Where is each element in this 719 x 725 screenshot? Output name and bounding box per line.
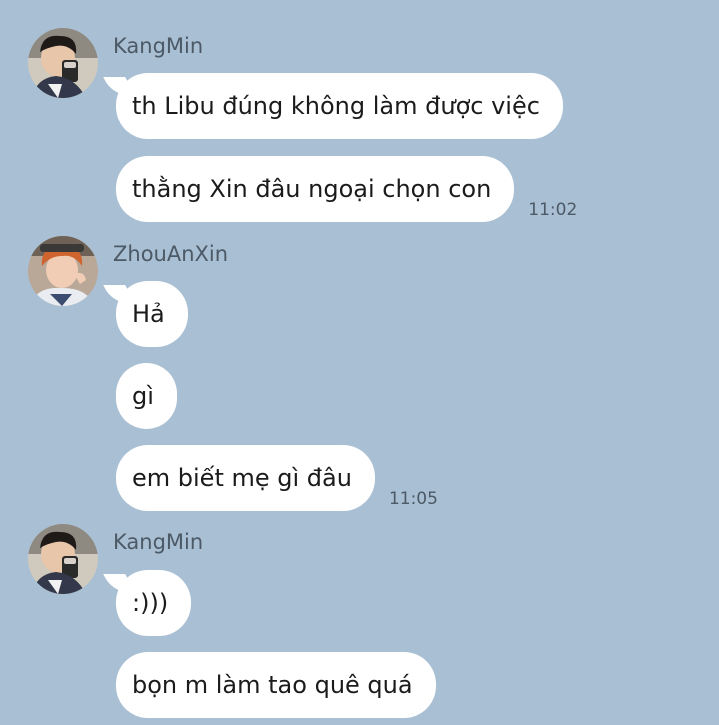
- message-row: gì: [116, 363, 177, 429]
- message-row: :))): [116, 570, 192, 636]
- kangmin-avatar-icon: [28, 28, 98, 98]
- message-bubble[interactable]: th Libu đúng không làm được việc: [116, 73, 563, 139]
- message-bubble[interactable]: thằng Xin đâu ngoại chọn con: [116, 156, 515, 222]
- avatar[interactable]: [28, 28, 98, 98]
- message-bubble[interactable]: bọn m làm tao quê quá: [116, 652, 436, 718]
- message-row: th Libu đúng không làm được việc: [116, 73, 563, 139]
- message-timestamp: 11:02: [528, 200, 578, 220]
- message-row: bọn m làm tao quê quá: [116, 652, 436, 718]
- message-bubble[interactable]: Hả: [116, 281, 188, 347]
- message-row: Hả: [116, 281, 188, 347]
- avatar[interactable]: [28, 524, 98, 594]
- message-bubble[interactable]: :))): [116, 570, 192, 636]
- sender-name: KangMin: [113, 530, 204, 554]
- message-timestamp: 11:05: [388, 489, 438, 509]
- message-row: em biết mẹ gì đâu 11:05: [116, 445, 438, 511]
- sender-name: KangMin: [113, 34, 204, 58]
- avatar[interactable]: [28, 236, 98, 306]
- kangmin-avatar-icon: [28, 524, 98, 594]
- zhouanxin-avatar-icon: [28, 236, 98, 306]
- sender-name: ZhouAnXin: [113, 242, 229, 266]
- chat-thread[interactable]: KangMin th Libu đúng không làm được việc…: [0, 0, 719, 725]
- message-bubble[interactable]: gì: [116, 363, 177, 429]
- message-bubble[interactable]: em biết mẹ gì đâu: [116, 445, 375, 511]
- message-row: thằng Xin đâu ngoại chọn con 11:02: [116, 156, 577, 222]
